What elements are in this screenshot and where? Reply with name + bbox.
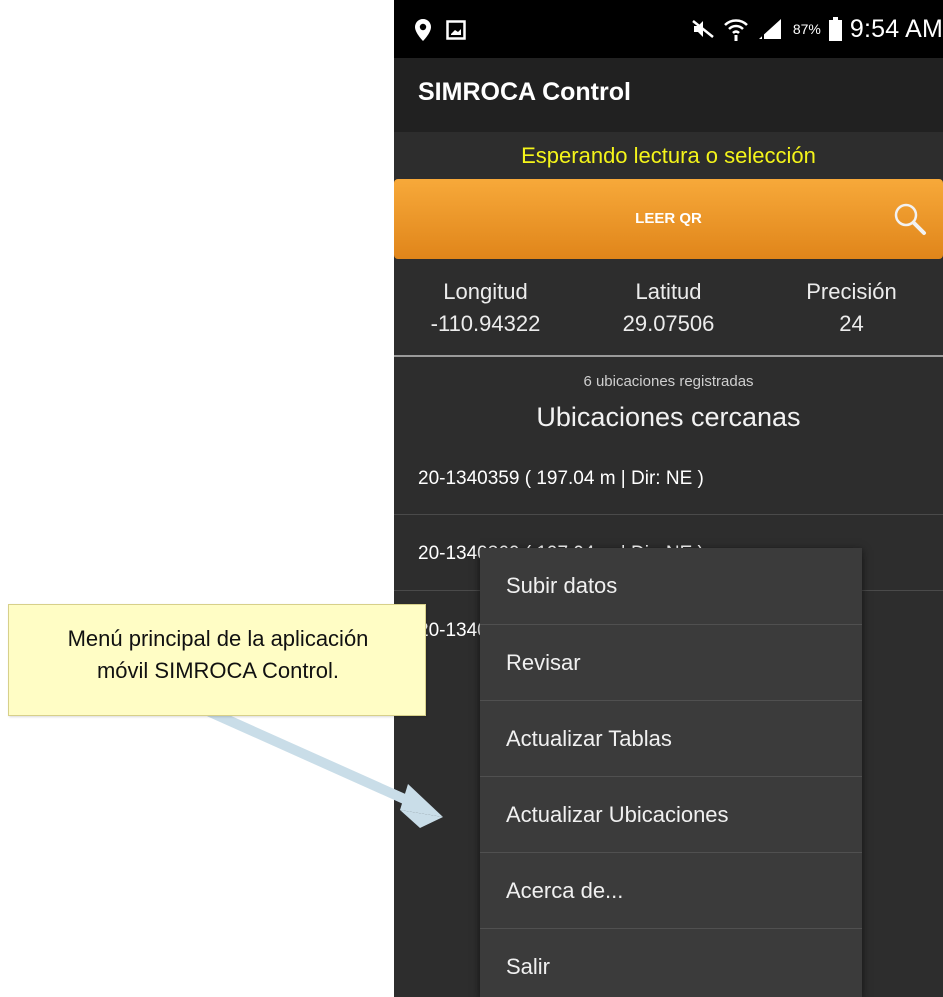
reading-status-text: Esperando lectura o selección [521, 143, 816, 168]
signal-icon [758, 19, 781, 39]
menu-item-label: Actualizar Ubicaciones [506, 802, 729, 827]
menu-item-update-tables[interactable]: Actualizar Tablas [480, 701, 862, 776]
menu-item-review[interactable]: Revisar [480, 625, 862, 700]
status-right-icons: 87% 9:54 AM [691, 12, 943, 46]
menu-item-label: Revisar [506, 650, 581, 675]
menu-item-label: Salir [506, 954, 551, 979]
status-left-icons [414, 16, 466, 44]
overflow-menu: Subir datos Revisar Actualizar Tablas Ac… [480, 548, 862, 997]
longitude-value: -110.94322 [430, 311, 541, 336]
menu-item-exit[interactable]: Salir [480, 929, 862, 997]
read-qr-label: LEER QR [635, 210, 702, 227]
precision-block: Precisión 24 [760, 276, 943, 340]
menu-item-label: Acerca de... [506, 878, 624, 903]
divider [394, 355, 943, 357]
image-notification-icon [446, 20, 466, 40]
action-bar: SIMROCA Control [394, 58, 943, 132]
status-time: 9:54 AM [849, 14, 943, 43]
read-qr-button[interactable]: LEER QR [394, 179, 943, 259]
menu-item-label: Subir datos [506, 573, 618, 598]
latitude-value: 29.07506 [622, 311, 715, 336]
callout-line-2: móvil SIMROCA Control. [96, 658, 340, 683]
longitude-block: Longitud -110.94322 [394, 276, 577, 340]
coordinates-panel: Longitud -110.94322 Latitud 29.07506 Pre… [394, 276, 943, 356]
app-title: SIMROCA Control [418, 78, 631, 106]
menu-item-upload-data[interactable]: Subir datos [480, 548, 862, 623]
list-divider [394, 514, 943, 515]
callout-line-1: Menú principal de la aplicación [67, 626, 369, 651]
menu-item-update-locations[interactable]: Actualizar Ubicaciones [480, 777, 862, 852]
menu-item-label: Actualizar Tablas [506, 726, 672, 751]
location-pin-icon [415, 19, 431, 41]
precision-value: 24 [839, 311, 864, 336]
menu-item-about[interactable]: Acerca de... [480, 853, 862, 928]
precision-label: Precisión [806, 279, 897, 304]
annotation-callout: Menú principal de la aplicación móvil SI… [8, 604, 426, 716]
nearby-locations-title: Ubicaciones cercanas [536, 402, 801, 432]
search-icon [894, 203, 926, 235]
nearby-location-item[interactable]: 20-1340359 ( 197.04 m | Dir: NE ) [418, 468, 704, 490]
wifi-icon [723, 19, 748, 41]
battery-percent: 87% [792, 21, 821, 37]
callout-text: Menú principal de la aplicación móvil SI… [9, 623, 427, 687]
status-bar: 87% 9:54 AM [394, 0, 943, 58]
phone-screen: 87% 9:54 AM SIMROCA Control Esperando le… [394, 0, 943, 997]
latitude-block: Latitud 29.07506 [577, 276, 760, 340]
longitude-label: Longitud [443, 279, 528, 304]
latitude-label: Latitud [635, 279, 702, 304]
battery-icon [828, 17, 842, 41]
registered-count: 6 ubicaciones registradas [583, 373, 754, 390]
mute-icon [692, 20, 714, 38]
